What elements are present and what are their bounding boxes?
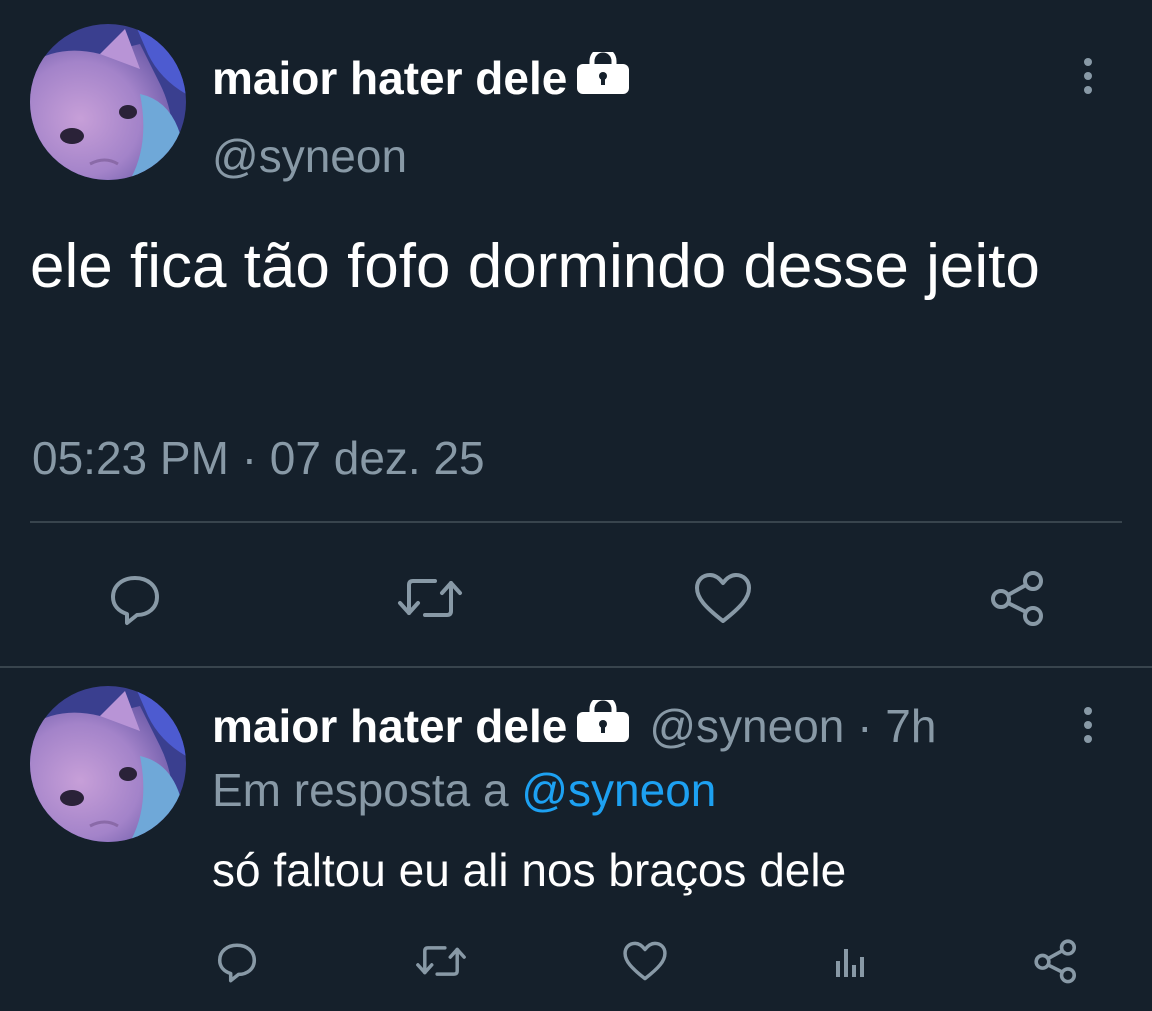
- reply-reply-button[interactable]: [210, 936, 264, 986]
- in-reply-mention-link[interactable]: @syneon: [521, 764, 716, 816]
- in-reply-to: Em resposta a @syneon: [212, 762, 716, 818]
- reply-text: só faltou eu ali nos braços dele: [212, 844, 847, 896]
- meta-separator: ·: [241, 432, 258, 484]
- analytics-button[interactable]: [826, 936, 874, 986]
- more-vertical-icon[interactable]: [1082, 58, 1094, 94]
- retweet-icon: [416, 946, 466, 976]
- in-reply-prefix: Em resposta a: [212, 764, 509, 816]
- reply-button[interactable]: [100, 566, 170, 630]
- like-button[interactable]: [690, 566, 756, 630]
- reply-display-name: maior hater dele: [212, 700, 568, 752]
- lock-icon: [577, 47, 630, 105]
- reply-more-vertical-icon[interactable]: [1082, 707, 1094, 743]
- heart-icon: [695, 573, 751, 623]
- heart-icon: [623, 941, 667, 981]
- display-name-text: maior hater dele: [212, 52, 568, 104]
- reply-icon: [111, 576, 159, 625]
- reply-share-button[interactable]: [1030, 936, 1082, 986]
- reply-avatar-image: [30, 686, 186, 842]
- share-button[interactable]: [986, 566, 1050, 630]
- share-icon: [1034, 939, 1077, 984]
- tweet-time: 05:23 PM: [32, 432, 229, 484]
- reply-header[interactable]: maior hater dele @syneon · 7h: [212, 695, 937, 754]
- lock-icon: [577, 695, 630, 753]
- share-icon: [991, 571, 1043, 626]
- tweet-text: ele fica tão fofo dormindo desse jeito: [30, 232, 1040, 301]
- tweet-separator: [0, 666, 1152, 668]
- reply-like-button[interactable]: [620, 936, 670, 986]
- user-handle[interactable]: @syneon: [212, 128, 407, 184]
- retweet-icon: [398, 579, 462, 617]
- tweet-timestamp[interactable]: 05:23 PM · 07 dez. 25: [32, 430, 485, 486]
- reply-handle: @syneon: [649, 700, 845, 752]
- avatar[interactable]: [30, 24, 186, 180]
- divider: [30, 521, 1122, 523]
- tweet-date: 07 dez. 25: [269, 432, 485, 484]
- reply-avatar[interactable]: [30, 686, 186, 842]
- avatar-image: [30, 24, 186, 180]
- display-name[interactable]: maior hater dele: [212, 47, 630, 106]
- analytics-icon: [836, 949, 864, 977]
- reply-icon: [217, 943, 257, 983]
- reply-age: 7h: [885, 700, 937, 752]
- reply-separator: ·: [857, 700, 873, 752]
- reply-retweet-button[interactable]: [412, 936, 470, 986]
- retweet-button[interactable]: [392, 566, 468, 630]
